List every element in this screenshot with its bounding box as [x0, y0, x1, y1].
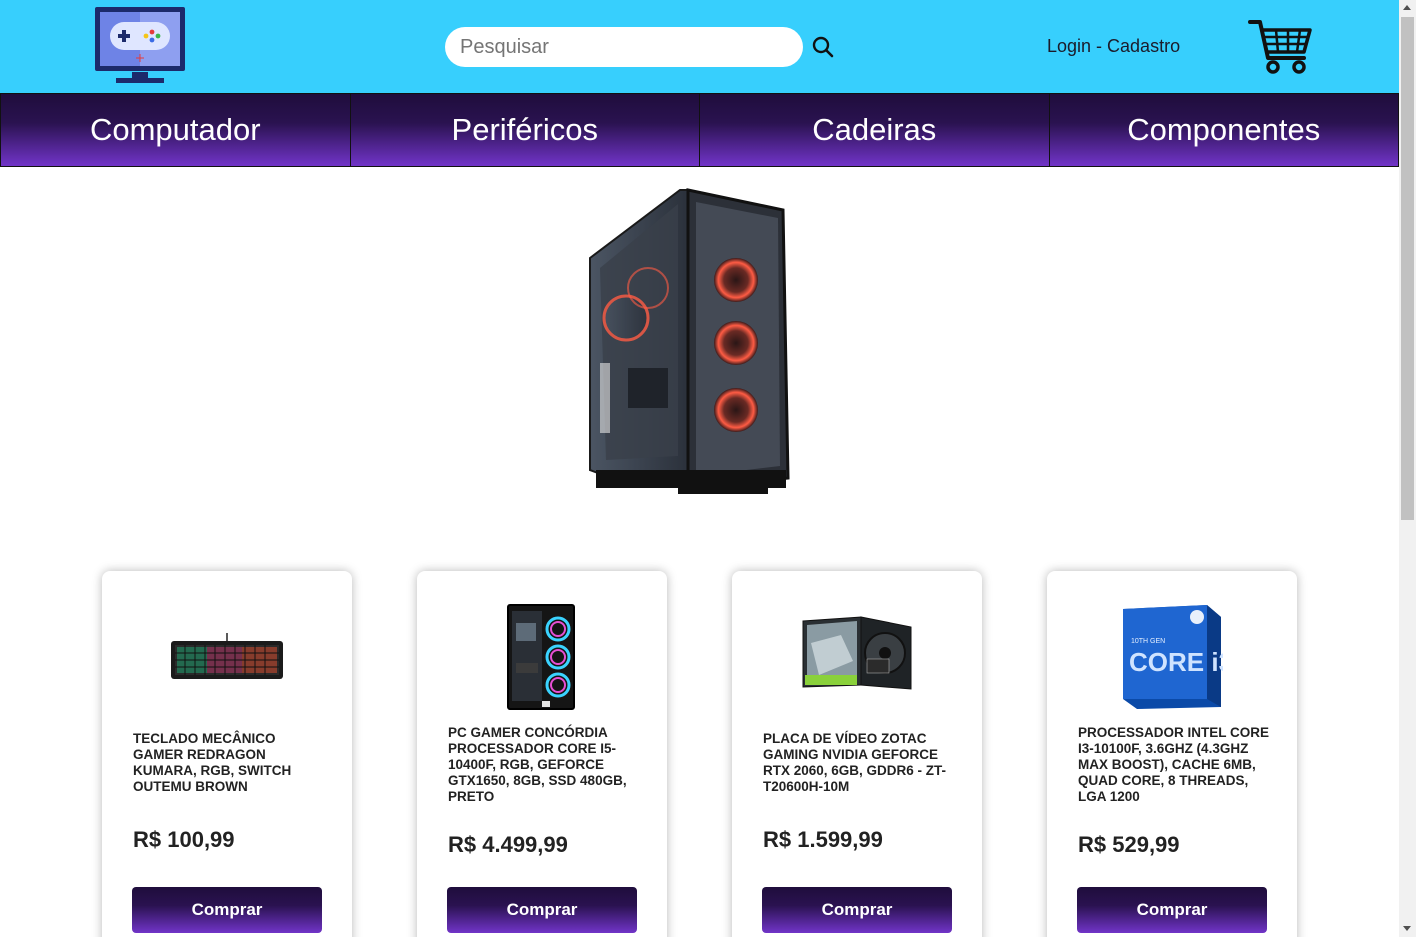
- product-card: 10TH GEN CORE i3 PROCESSADOR INTEL CORE …: [1047, 571, 1297, 937]
- buy-button[interactable]: Comprar: [447, 887, 637, 933]
- product-price: R$ 4.499,99: [448, 832, 568, 857]
- search-input[interactable]: [460, 27, 790, 67]
- search-icon[interactable]: [811, 35, 835, 59]
- product-price: R$ 529,99: [1078, 832, 1180, 857]
- scroll-up-arrow-icon[interactable]: [1403, 5, 1411, 10]
- product-title[interactable]: PROCESSADOR INTEL CORE I3-10100F, 3.6GHZ…: [1078, 725, 1273, 805]
- processor-box-image[interactable]: 10TH GEN CORE i3: [1121, 603, 1223, 711]
- scroll-down-arrow-icon[interactable]: [1403, 926, 1411, 931]
- product-card: TECLADO MECÂNICO GAMER REDRAGON KUMARA, …: [102, 571, 352, 937]
- product-title[interactable]: PC GAMER CONCÓRDIA PROCESSADOR CORE I5-1…: [448, 725, 643, 805]
- product-card: PC GAMER CONCÓRDIA PROCESSADOR CORE I5-1…: [417, 571, 667, 937]
- search-box: [445, 27, 803, 67]
- product-price: R$ 100,99: [133, 827, 235, 852]
- product-title[interactable]: PLACA DE VÍDEO ZOTAC GAMING NVIDIA GEFOR…: [763, 731, 958, 795]
- login-register-link[interactable]: Login - Cadastro: [1047, 36, 1180, 57]
- site-header: Login - Cadastro: [0, 0, 1399, 93]
- vertical-scrollbar[interactable]: [1399, 0, 1416, 937]
- nav-item-computador[interactable]: Computador: [0, 94, 350, 166]
- keyboard-image[interactable]: [171, 633, 283, 681]
- scroll-thumb[interactable]: [1401, 17, 1414, 520]
- shopping-cart-icon[interactable]: [1248, 18, 1312, 76]
- category-nav: Computador Periféricos Cadeiras Componen…: [0, 93, 1399, 167]
- graphics-card-image[interactable]: [801, 615, 913, 691]
- pc-case-image[interactable]: [506, 603, 578, 711]
- processor-box-label: CORE i3: [1129, 647, 1223, 677]
- product-title[interactable]: TECLADO MECÂNICO GAMER REDRAGON KUMARA, …: [133, 731, 328, 795]
- product-price: R$ 1.599,99: [763, 827, 883, 852]
- buy-button[interactable]: Comprar: [132, 887, 322, 933]
- nav-item-cadeiras[interactable]: Cadeiras: [699, 94, 1049, 166]
- svg-text:10TH GEN: 10TH GEN: [1131, 638, 1165, 645]
- nav-item-componentes[interactable]: Componentes: [1048, 94, 1399, 166]
- nav-item-perifericos[interactable]: Periféricos: [349, 94, 699, 166]
- hero-pc-case-image: [589, 188, 790, 494]
- logo-monitor-gamepad-icon[interactable]: [94, 6, 186, 84]
- buy-button[interactable]: Comprar: [1077, 887, 1267, 933]
- product-card: PLACA DE VÍDEO ZOTAC GAMING NVIDIA GEFOR…: [732, 571, 982, 937]
- buy-button[interactable]: Comprar: [762, 887, 952, 933]
